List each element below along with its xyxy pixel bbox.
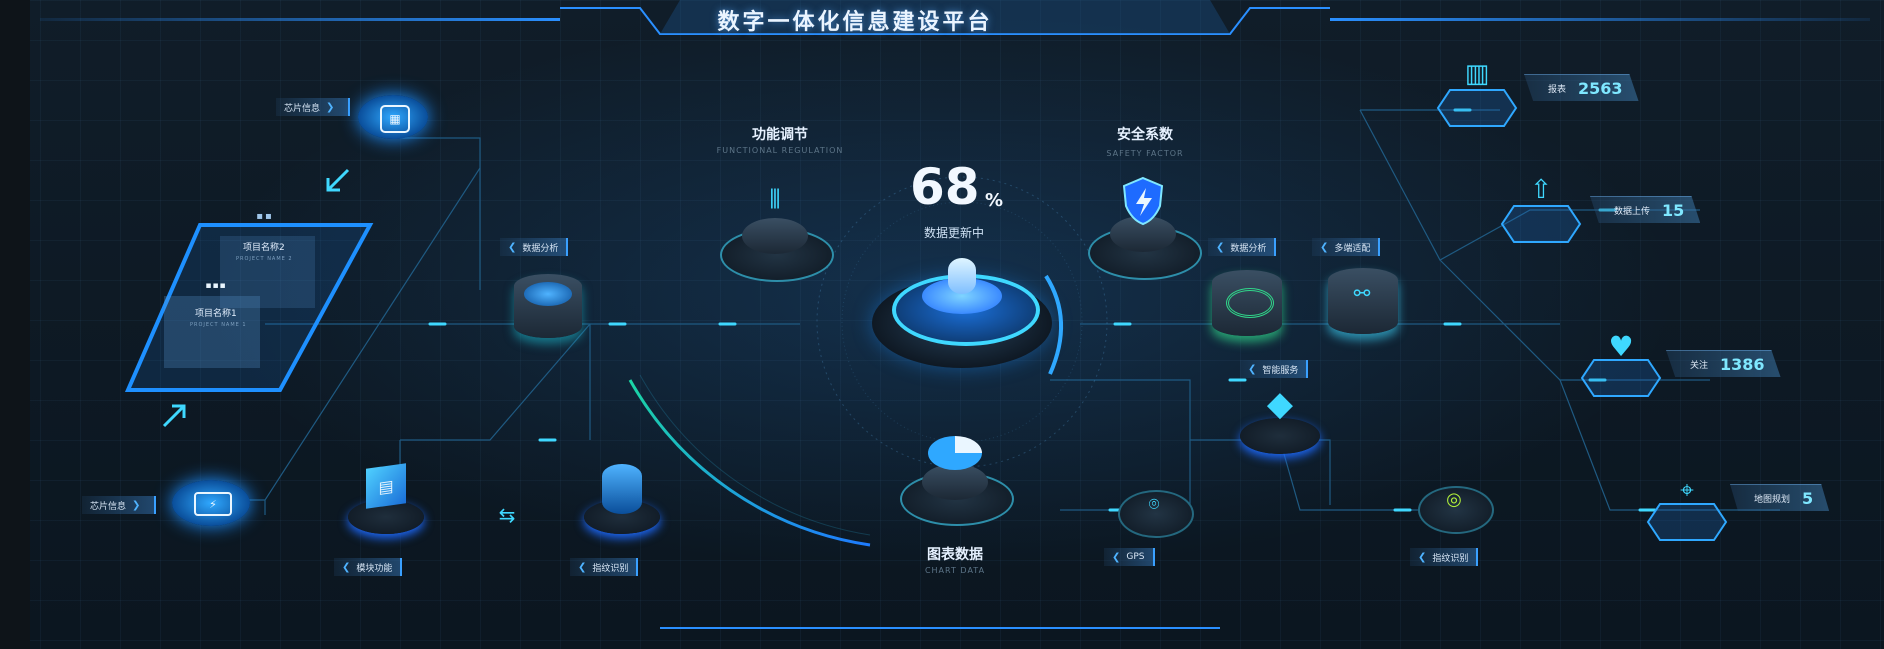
chevron-left-icon: ❮ (342, 561, 351, 573)
multi-adapt-node[interactable]: ⚯ (1326, 264, 1402, 344)
grid-icon-project2: ▪▪ (256, 210, 274, 222)
pie-chart-icon (928, 436, 982, 470)
project2-sub: PROJECT NAME 2 (236, 256, 293, 262)
fingerprint-node-right[interactable]: ◎ (1418, 478, 1494, 534)
percent-sign: % (985, 190, 1004, 211)
chart-title: 图表数据 (927, 547, 983, 563)
radar-icon (1226, 288, 1274, 318)
chip-node-top[interactable]: ▦ (358, 85, 428, 155)
chevron-left-icon: ❮ (1320, 241, 1329, 253)
stat-report[interactable]: 报表 2563 (1524, 74, 1639, 101)
stat-node-upload[interactable]: ⇧ (1500, 168, 1582, 248)
arrow-up-right-icon (162, 404, 186, 428)
gps-icon: ⌾ (1148, 493, 1160, 515)
gps-node[interactable]: ⌾ (1118, 482, 1194, 538)
cube-icon: ▤ (366, 463, 406, 509)
hex-base (1436, 89, 1518, 127)
header-line-left (40, 18, 560, 21)
center-gauge[interactable] (872, 248, 1052, 378)
project2-name: 项目名称2 (243, 243, 285, 253)
module-function-node[interactable]: ▤ (348, 460, 424, 540)
project1-name: 项目名称1 (195, 309, 237, 319)
data-analysis-node-right[interactable] (1210, 266, 1286, 346)
grid-icon-project1: ▪▪▪ (205, 281, 227, 291)
project-panel-frame[interactable] (120, 200, 380, 400)
stat-upload[interactable]: 数据上传 15 (1590, 196, 1701, 223)
fingerprint-icon-right: ◎ (1446, 488, 1462, 510)
percent-label: 数据更新中 (924, 226, 985, 240)
stat-node-map[interactable]: ⌖ (1646, 466, 1728, 546)
chevron-right-icon: ❯ (326, 101, 335, 113)
data-analysis-tag-right[interactable]: ❮ 数据分析 (1208, 238, 1277, 256)
fingerprint-tag-left[interactable]: ❮ 指纹识别 (570, 558, 639, 576)
multi-adapt-tag[interactable]: ❮ 多端适配 (1312, 238, 1381, 256)
database-icon (524, 282, 572, 306)
fingerprint-tag-right[interactable]: ❮ 指纹识别 (1410, 548, 1479, 566)
map-icon: ⌖ (1680, 476, 1694, 504)
hex-base (1500, 205, 1582, 243)
chevron-left-icon: ❮ (578, 561, 587, 573)
smart-service-tag[interactable]: ❮ 智能服务 (1240, 360, 1309, 378)
candlestick-icon: ⦀ (769, 184, 781, 215)
shield-icon (1122, 176, 1164, 226)
safety-sub: SAFETY FACTOR (1106, 149, 1184, 158)
page-title: 数字一体化信息建设平台 (717, 10, 993, 35)
share-nodes-icon: ⚯ (1353, 281, 1371, 305)
chevron-left-icon: ❮ (508, 241, 517, 253)
data-analysis-tag-left[interactable]: ❮ 数据分析 (500, 238, 569, 256)
chart-sub: CHART DATA (924, 566, 986, 575)
data-analysis-node-left[interactable] (510, 268, 586, 348)
chevron-left-icon: ❮ (1248, 363, 1257, 375)
safety-title: 安全系数 (1117, 127, 1173, 143)
heart-icon: ♥ (1608, 329, 1634, 363)
fingerprint-icon (602, 464, 642, 514)
gauge-cylinder (948, 258, 976, 294)
stat-node-follow[interactable]: ♥ (1580, 322, 1662, 402)
report-bar-icon: ▥ (1464, 59, 1490, 89)
chip-info-tag-bottom[interactable]: 芯片信息 ❯ (82, 496, 157, 514)
functional-pedestal (742, 218, 808, 254)
diamond-icon: ◆ (1266, 384, 1294, 424)
gps-tag[interactable]: ❮ GPS (1104, 548, 1155, 566)
smart-service-node[interactable]: ◆ (1240, 380, 1320, 460)
gauge-progress-arc (1044, 274, 1064, 375)
chevron-left-icon: ❮ (1112, 551, 1121, 563)
battery-charge-icon: ⚡ (194, 492, 232, 516)
module-function-tag[interactable]: ❮ 模块功能 (334, 558, 403, 576)
header: 数字一体化信息建设平台 (640, 0, 1070, 36)
chip-node-bottom[interactable]: ⚡ (172, 478, 250, 538)
functional-title: 功能调节 (752, 127, 808, 143)
chart-data-node[interactable] (900, 430, 1014, 530)
upload-icon: ⇧ (1530, 175, 1552, 205)
swap-arrows-icon: ⇆ (498, 503, 516, 527)
arrow-down-left-icon (326, 168, 350, 192)
chevron-right-icon: ❯ (132, 499, 141, 511)
chevron-left-icon: ❮ (1418, 551, 1427, 563)
chip-info-tag-top[interactable]: 芯片信息 ❯ (276, 98, 351, 116)
safety-node[interactable] (1088, 176, 1202, 286)
fingerprint-node-left[interactable] (584, 460, 660, 540)
dashboard-stage: { "header": {"title": "数字一体化信息建设平台"}, "c… (0, 0, 1884, 649)
chip-icon: ▦ (380, 105, 410, 133)
stat-map[interactable]: 地图规划 5 (1730, 484, 1830, 511)
functional-sub: FUNCTIONAL REGULATION (716, 146, 844, 155)
functional-node[interactable]: ⦀ (720, 178, 834, 288)
percent-value: 68 (910, 158, 980, 216)
header-line-right (1330, 18, 1870, 21)
project1-sub: PROJECT NAME 1 (190, 322, 247, 328)
stat-node-report[interactable]: ▥ (1436, 52, 1518, 132)
chevron-left-icon: ❮ (1216, 241, 1225, 253)
stat-follow[interactable]: 关注 1386 (1666, 350, 1781, 377)
